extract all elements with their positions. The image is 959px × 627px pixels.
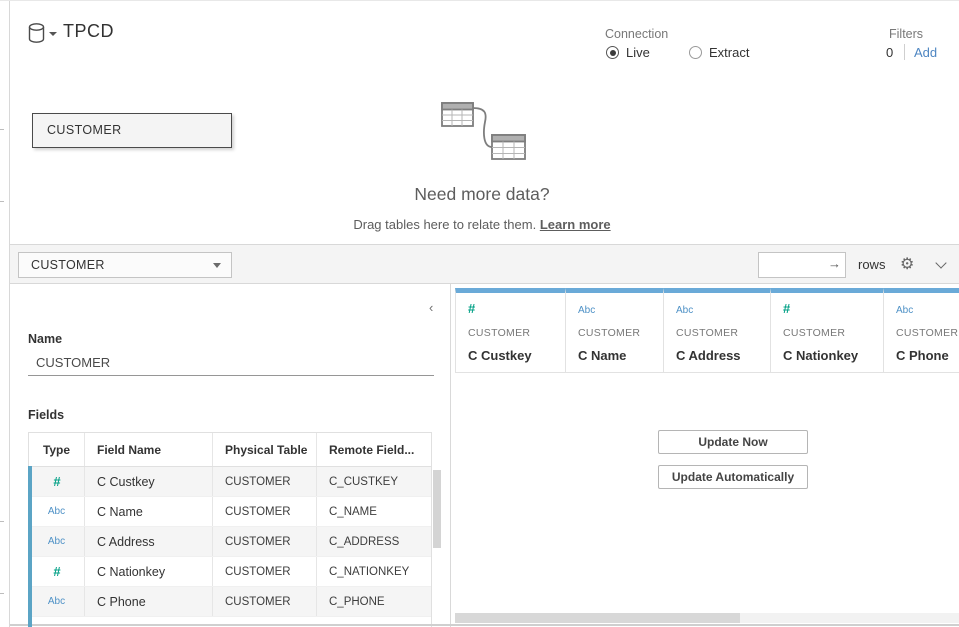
table-row[interactable]: # C Custkey CUSTOMER C_CUSTKEY	[29, 467, 431, 497]
database-icon[interactable]	[28, 23, 45, 49]
string-type-icon[interactable]: Abc	[48, 506, 65, 517]
grid-column-header[interactable]: Abc CUSTOMER C Phone	[884, 288, 959, 372]
number-type-icon: #	[468, 301, 474, 316]
remote-field-cell: C_NATIONKEY	[317, 557, 431, 586]
grid-col-table: CUSTOMER	[468, 327, 565, 339]
datagrid-toolbar: CUSTOMER → rows ⚙	[10, 244, 959, 284]
grid-column-header[interactable]: # CUSTOMER C Nationkey	[771, 288, 884, 372]
gear-icon[interactable]: ⚙	[900, 254, 914, 274]
physical-table-cell: CUSTOMER	[213, 497, 317, 526]
grid-column-header[interactable]: # CUSTOMER C Custkey	[455, 288, 566, 372]
grid-col-field[interactable]: C Nationkey	[783, 348, 883, 363]
radio-selected-icon[interactable]	[606, 46, 619, 59]
table-row[interactable]: Abc C Phone CUSTOMER C_PHONE	[29, 587, 431, 617]
field-name-cell[interactable]: C Phone	[85, 587, 213, 616]
radio-live-label: Live	[626, 45, 650, 60]
fields-label: Fields	[28, 408, 64, 422]
grid-col-field[interactable]: C Address	[676, 348, 770, 363]
col-header-remote-field[interactable]: Remote Field...	[317, 433, 431, 466]
collapse-panel-icon[interactable]: ‹	[429, 300, 433, 315]
data-grid: # CUSTOMER C Custkey Abc CUSTOMER C Name…	[451, 284, 959, 627]
table-row[interactable]: # C Nationkey CUSTOMER C_NATIONKEY	[29, 557, 431, 587]
collapsed-left-pane[interactable]	[0, 1, 10, 627]
table-selector-dropdown[interactable]: CUSTOMER	[18, 252, 232, 278]
grid-col-table: CUSTOMER	[578, 327, 663, 339]
database-menu-caret-icon[interactable]	[49, 32, 57, 36]
grid-col-field[interactable]: C Phone	[896, 348, 959, 363]
empty-state-subtitle: Drag tables here to relate them. Learn m…	[195, 217, 769, 232]
col-header-type[interactable]: Type	[29, 433, 85, 466]
col-header-physical-table[interactable]: Physical Table	[213, 433, 317, 466]
grid-column-header[interactable]: Abc CUSTOMER C Address	[664, 288, 771, 372]
physical-table-cell: CUSTOMER	[213, 557, 317, 586]
horizontal-scrollbar-track[interactable]	[455, 613, 959, 623]
number-type-icon[interactable]: #	[53, 564, 59, 579]
field-name-cell[interactable]: C Address	[85, 527, 213, 556]
selected-rows-accent	[28, 466, 32, 627]
related-tables-illustration-icon	[438, 97, 538, 168]
update-automatically-button[interactable]: Update Automatically	[658, 465, 808, 489]
string-type-icon[interactable]: Abc	[48, 536, 65, 547]
grid-col-table: CUSTOMER	[783, 327, 883, 339]
chevron-down-icon[interactable]	[937, 259, 946, 268]
update-now-button[interactable]: Update Now	[658, 430, 808, 454]
field-name-cell[interactable]: C Custkey	[85, 467, 213, 496]
radio-unselected-icon[interactable]	[689, 46, 702, 59]
vertical-scrollbar[interactable]	[433, 470, 441, 548]
remote-field-cell: C_CUSTKEY	[317, 467, 431, 496]
physical-table-cell: CUSTOMER	[213, 527, 317, 556]
field-name-cell[interactable]: C Nationkey	[85, 557, 213, 586]
logical-table-customer[interactable]: CUSTOMER	[32, 113, 232, 148]
physical-table-cell: CUSTOMER	[213, 587, 317, 616]
remote-field-cell: C_NAME	[317, 497, 431, 526]
grid-col-table: CUSTOMER	[676, 327, 770, 339]
resize-grip	[0, 201, 4, 202]
field-name-cell[interactable]: C Name	[85, 497, 213, 526]
metadata-panel: ‹ Name CUSTOMER Fields Type Field Name P…	[10, 284, 451, 627]
radio-extract[interactable]: Extract	[689, 45, 749, 60]
table-name-field[interactable]: CUSTOMER	[28, 350, 434, 376]
divider	[455, 372, 959, 373]
resize-grip	[0, 593, 4, 594]
remote-field-cell: C_ADDRESS	[317, 527, 431, 556]
string-type-icon: Abc	[676, 305, 693, 316]
table-row[interactable]: Abc C Address CUSTOMER C_ADDRESS	[29, 527, 431, 557]
rows-label: rows	[858, 257, 885, 272]
resize-grip	[0, 521, 4, 522]
grid-col-field[interactable]: C Name	[578, 348, 663, 363]
fields-table: Type Field Name Physical Table Remote Fi…	[28, 432, 432, 627]
filters-count: 0	[886, 45, 893, 60]
string-type-icon: Abc	[578, 305, 595, 316]
col-header-field-name[interactable]: Field Name	[85, 433, 213, 466]
horizontal-scrollbar-thumb[interactable]	[455, 613, 740, 623]
learn-more-link[interactable]: Learn more	[540, 217, 611, 232]
filters-add-link[interactable]: Add	[914, 45, 937, 60]
fields-table-header: Type Field Name Physical Table Remote Fi…	[29, 433, 431, 467]
remote-field-cell: C_PHONE	[317, 587, 431, 616]
number-type-icon: #	[783, 301, 789, 316]
physical-table-cell: CUSTOMER	[213, 467, 317, 496]
table-selector-value: CUSTOMER	[31, 258, 105, 272]
radio-live[interactable]: Live	[606, 45, 650, 60]
filters-label: Filters	[889, 27, 923, 41]
dropdown-caret-icon	[213, 263, 221, 268]
empty-state-text: Drag tables here to relate them.	[353, 217, 536, 232]
datasource-title[interactable]: TPCD	[63, 21, 114, 42]
empty-state-title: Need more data?	[245, 184, 719, 205]
table-row[interactable]: Abc C Name CUSTOMER C_NAME	[29, 497, 431, 527]
name-label: Name	[28, 332, 62, 346]
grid-column-header[interactable]: Abc CUSTOMER C Name	[566, 288, 664, 372]
string-type-icon[interactable]: Abc	[48, 596, 65, 607]
number-type-icon[interactable]: #	[53, 474, 59, 489]
divider	[904, 44, 905, 60]
string-type-icon: Abc	[896, 305, 913, 316]
rows-count-input[interactable]	[758, 252, 846, 278]
radio-extract-label: Extract	[709, 45, 749, 60]
resize-grip	[0, 129, 4, 130]
connection-label: Connection	[605, 27, 668, 41]
grid-col-table: CUSTOMER	[896, 327, 959, 339]
grid-col-field[interactable]: C Custkey	[468, 348, 565, 363]
